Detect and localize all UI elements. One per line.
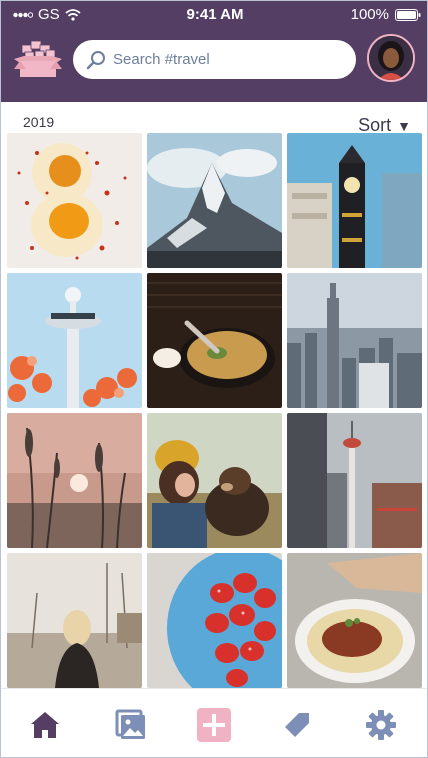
strawberries-photo — [147, 553, 282, 688]
tag-icon — [285, 713, 309, 737]
status-right: 100% — [351, 6, 421, 23]
photo-tile[interactable] — [147, 273, 282, 408]
ramen-photo — [147, 273, 282, 408]
photo-tile[interactable] — [287, 413, 422, 548]
photos-icon — [115, 709, 145, 739]
food-plate-photo — [287, 553, 422, 688]
nav-photos[interactable] — [113, 707, 149, 743]
photo-tile[interactable] — [287, 133, 422, 268]
search-icon — [86, 50, 105, 69]
avatar[interactable] — [367, 34, 415, 82]
nav-home[interactable] — [27, 707, 63, 743]
search-bar[interactable] — [73, 40, 356, 79]
photo-tile[interactable] — [7, 133, 142, 268]
photo-tile[interactable] — [7, 553, 142, 688]
woman-walking-photo — [7, 553, 142, 688]
battery-icon — [395, 8, 421, 21]
app-frame: GS 9:41 AM 100% Search #travel 2019 Sort… — [0, 0, 428, 758]
woman-dog-photo — [147, 413, 282, 548]
skyline-photo — [287, 273, 422, 408]
bottom-nav — [1, 688, 427, 757]
add-icon — [197, 708, 231, 742]
gear-icon — [366, 710, 396, 740]
nav-add[interactable] — [196, 707, 232, 743]
app-logo[interactable] — [12, 39, 64, 79]
search-input[interactable] — [113, 51, 343, 68]
year-label: 2019 — [23, 114, 55, 130]
mountain-photo — [147, 133, 282, 268]
clock-tower-photo — [287, 133, 422, 268]
photo-tile[interactable] — [287, 273, 422, 408]
status-bar: GS 9:41 AM 100% — [1, 1, 427, 29]
control-tower-photo — [7, 273, 142, 408]
photo-tile[interactable] — [287, 553, 422, 688]
header: GS 9:41 AM 100% — [1, 1, 427, 102]
profile-avatar-image — [369, 36, 413, 80]
city-tower-photo — [287, 413, 422, 548]
photo-tile[interactable] — [7, 413, 142, 548]
gallery-toolbar: 2019 Sort ▼ — [1, 102, 427, 135]
photo-tile[interactable] — [7, 273, 142, 408]
battery-percent: 100% — [350, 6, 389, 23]
photo-boxes-logo-icon — [14, 40, 62, 77]
photo-tile[interactable] — [147, 553, 282, 688]
triangle-down-icon: ▼ — [397, 117, 411, 134]
eggs-photo — [7, 133, 142, 268]
photo-tile[interactable] — [147, 133, 282, 268]
nav-tags[interactable] — [279, 707, 315, 743]
nav-settings[interactable] — [363, 707, 399, 743]
reeds-sunset-photo — [7, 413, 142, 548]
photo-tile[interactable] — [147, 413, 282, 548]
home-icon — [31, 712, 59, 738]
